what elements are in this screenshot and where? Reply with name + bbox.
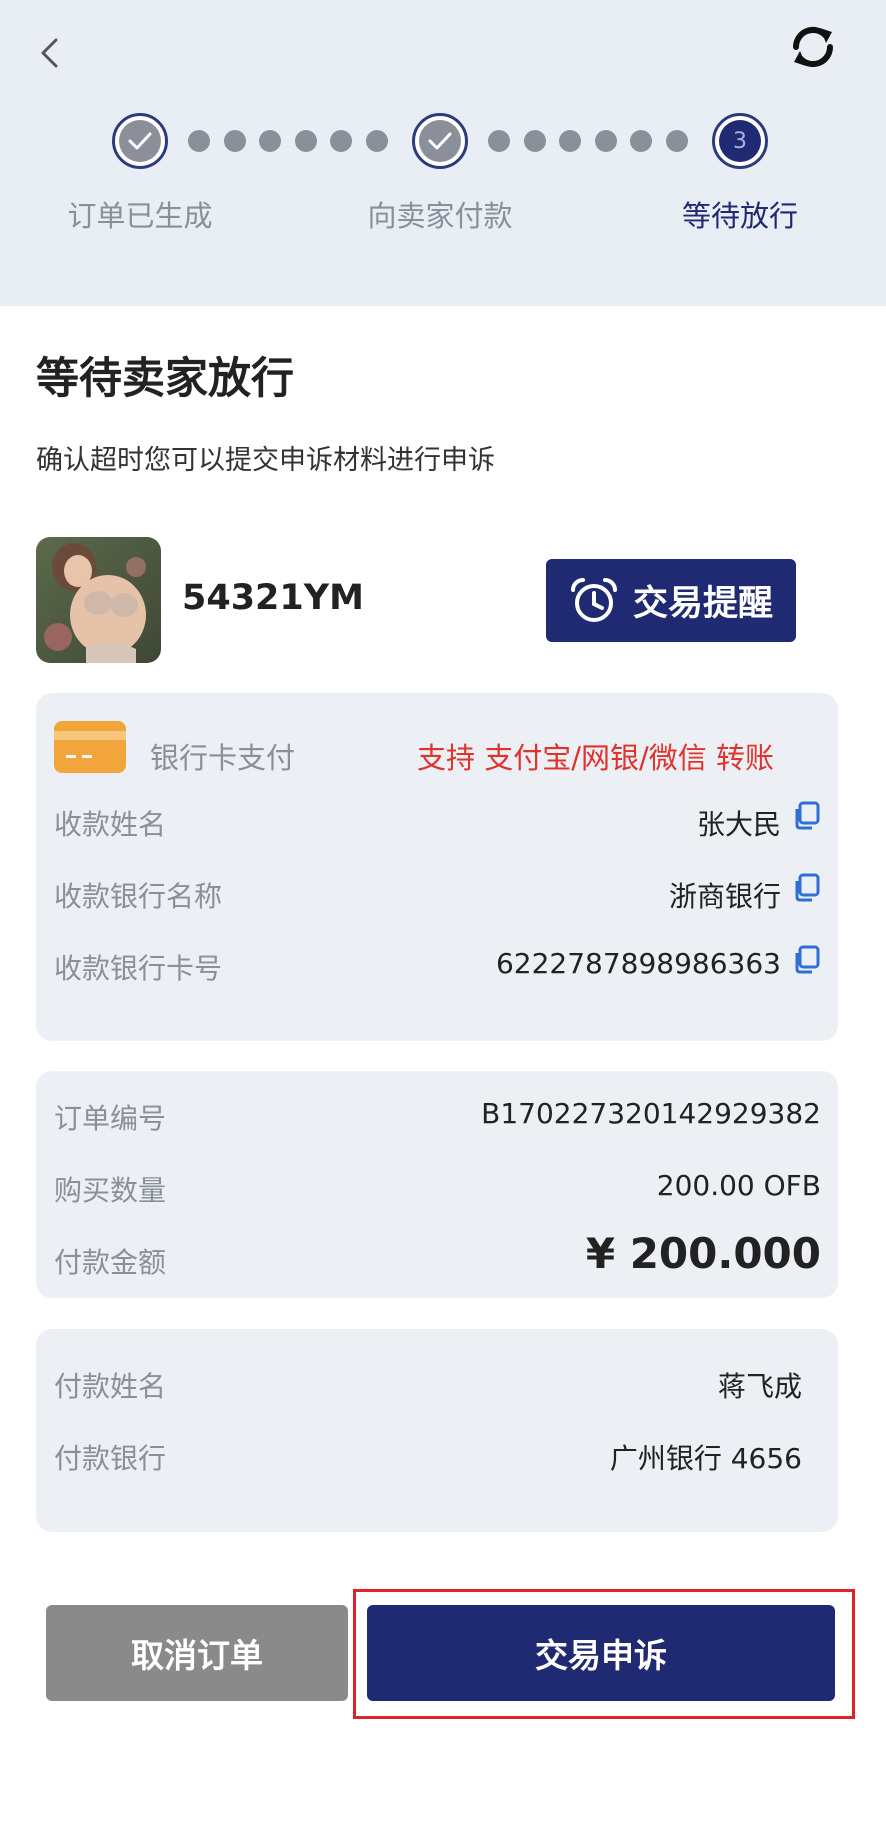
progress-dot	[224, 130, 246, 152]
page-subtitle: 确认超时您可以提交申诉材料进行申诉	[36, 445, 495, 476]
progress-dot	[366, 130, 388, 152]
payer-card: 付款姓名 蒋飞成 付款银行 广州银行 4656	[36, 1329, 838, 1532]
step-3-number: 3	[719, 120, 761, 162]
check-icon	[128, 132, 152, 150]
payee-card-number-label: 收款银行卡号	[54, 952, 223, 985]
order-card: 订单编号 B170227320142929382 购买数量 200.00 OFB…	[36, 1071, 838, 1298]
page-title: 等待卖家放行	[36, 354, 294, 404]
order-number-value: B170227320142929382	[481, 1097, 821, 1130]
chevron-left-icon	[41, 38, 58, 68]
check-icon	[428, 132, 452, 150]
payer-bank-label: 付款银行	[54, 1442, 167, 1475]
copy-card-number-button[interactable]	[792, 945, 820, 975]
trade-reminder-label: 交易提醒	[632, 584, 773, 624]
progress-dot	[524, 130, 546, 152]
payee-bank-value: 浙商银行	[668, 880, 781, 913]
seller-avatar	[36, 537, 161, 663]
cancel-order-button[interactable]: 取消订单	[46, 1605, 348, 1701]
bank-card-icon	[54, 717, 126, 777]
payer-name-value: 蒋飞成	[717, 1370, 802, 1403]
copy-payee-bank-button[interactable]	[792, 873, 820, 903]
copy-icon	[795, 945, 820, 974]
payee-card-number-value: 6222787898986363	[495, 947, 781, 980]
refresh-button[interactable]	[782, 16, 844, 78]
payer-bank-value: 广州银行 4656	[609, 1442, 802, 1475]
progress-dot	[630, 130, 652, 152]
progress-header: 3 订单已生成 向卖家付款 等待放行	[0, 0, 886, 306]
progress-dot	[666, 130, 688, 152]
alarm-clock-icon	[570, 577, 617, 622]
order-number-label: 订单编号	[54, 1102, 167, 1135]
copy-payee-name-button[interactable]	[792, 801, 820, 831]
payee-card: 银行卡支付 支持 支付宝/网银/微信 转账 收款姓名 张大民 收款银行名称 浙商…	[36, 693, 838, 1041]
step-1-indicator	[112, 113, 168, 169]
step-2-indicator	[412, 113, 468, 169]
payment-amount-value: ¥ 200.000	[585, 1229, 821, 1278]
progress-dot	[259, 130, 281, 152]
quantity-value: 200.00 OFB	[656, 1169, 821, 1202]
payee-name-value: 张大民	[696, 808, 781, 841]
payment-support-text: 支持 支付宝/网银/微信 转账	[417, 741, 774, 775]
trade-appeal-button[interactable]: 交易申诉	[367, 1605, 835, 1701]
progress-dot	[295, 130, 317, 152]
progress-dot	[488, 130, 510, 152]
progress-dot	[188, 130, 210, 152]
seller-name: 54321YM	[182, 578, 364, 618]
payment-method-label: 银行卡支付	[150, 741, 296, 775]
progress-dot	[595, 130, 617, 152]
step-2-label: 向卖家付款	[367, 199, 513, 233]
payer-name-label: 付款姓名	[54, 1370, 167, 1403]
step-3-indicator: 3	[712, 113, 768, 169]
step-1-label: 订单已生成	[67, 199, 213, 233]
payment-amount-label: 付款金额	[54, 1246, 167, 1279]
progress-dot	[559, 130, 581, 152]
refresh-icon	[792, 26, 834, 68]
quantity-label: 购买数量	[54, 1174, 167, 1207]
progress-dot	[330, 130, 352, 152]
copy-icon	[795, 873, 820, 902]
copy-icon	[795, 801, 820, 830]
trade-reminder-button[interactable]: 交易提醒	[546, 559, 796, 642]
back-button[interactable]	[28, 28, 72, 78]
payee-bank-label: 收款银行名称	[54, 880, 223, 913]
step-3-label: 等待放行	[681, 199, 798, 233]
payee-name-label: 收款姓名	[54, 808, 167, 841]
